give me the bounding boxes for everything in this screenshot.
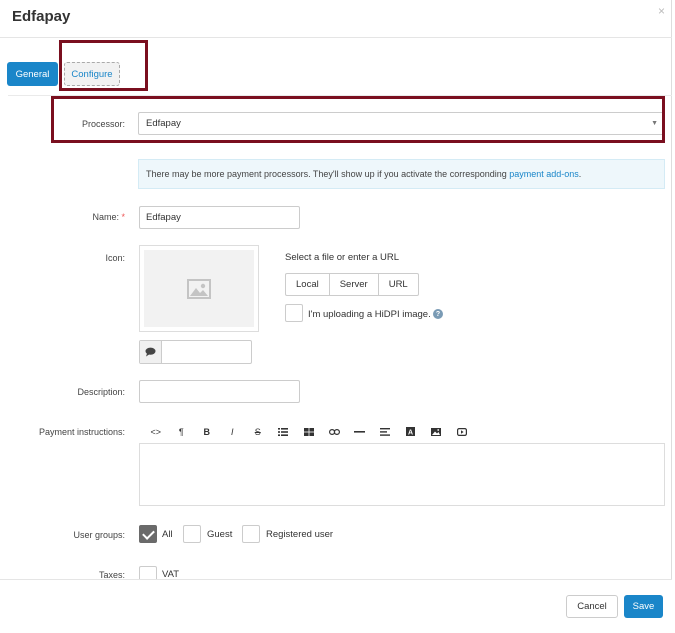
text-color-icon[interactable]: A [398, 422, 424, 442]
italic-icon[interactable]: I [220, 422, 246, 442]
highlight-box-processor [51, 96, 665, 143]
checkbox-guest[interactable] [183, 525, 201, 543]
server-button[interactable]: Server [328, 273, 379, 296]
checkbox-registered-user[interactable] [242, 525, 260, 543]
comment-icon [140, 341, 162, 363]
image-placeholder-icon [187, 278, 211, 299]
checkbox-all[interactable] [139, 525, 157, 543]
align-icon[interactable] [373, 422, 399, 442]
select-file-text: Select a file or enter a URL [285, 252, 400, 263]
description-label: Description: [77, 387, 125, 397]
payment-instructions-editor[interactable] [139, 444, 665, 506]
highlight-box-configure-tab [59, 40, 148, 91]
info-box: There may be more payment processors. Th… [138, 159, 665, 189]
required-mark: * [121, 212, 125, 222]
info-text: There may be more payment processors. Th… [146, 169, 507, 179]
icon-preview-inner [144, 250, 254, 327]
user-groups-label: User groups: [73, 530, 125, 540]
unordered-list-icon[interactable] [271, 422, 297, 442]
cancel-button[interactable]: Cancel [566, 595, 618, 618]
header-divider [0, 37, 672, 38]
file-source-buttons: Local Server URL [285, 273, 419, 296]
horizontal-rule-icon[interactable] [347, 422, 373, 442]
svg-text:A: A [408, 430, 413, 437]
table-icon[interactable] [296, 422, 322, 442]
checkbox-guest-label: Guest [207, 529, 233, 540]
icon-alt-input[interactable] [162, 341, 251, 363]
icon-label: Icon: [105, 253, 125, 263]
image-icon[interactable] [424, 422, 450, 442]
code-icon[interactable]: <> [143, 422, 169, 442]
editor-toolbar: <> ¶ B I S A [139, 420, 665, 444]
icon-preview[interactable] [139, 245, 259, 332]
close-icon[interactable]: × [658, 4, 665, 18]
payment-method-dialog: Edfapay × General Configure Processor: E… [0, 0, 672, 633]
info-suffix: . [578, 169, 582, 179]
link-icon[interactable] [322, 422, 348, 442]
dialog-title: Edfapay [12, 8, 71, 25]
hidpi-checkbox[interactable] [285, 304, 303, 322]
help-icon[interactable]: ? [433, 309, 443, 319]
payment-addons-link[interactable]: payment add-ons [509, 169, 579, 179]
payment-instructions-label: Payment instructions: [38, 427, 125, 437]
description-input[interactable] [139, 380, 300, 403]
video-icon[interactable] [449, 422, 475, 442]
paragraph-icon[interactable]: ¶ [169, 422, 195, 442]
strikethrough-icon[interactable]: S [245, 422, 271, 442]
name-label: Name: * [40, 212, 125, 222]
url-button[interactable]: URL [377, 273, 419, 296]
tab-general[interactable]: General [7, 62, 58, 86]
name-input[interactable]: Edfapay [139, 206, 300, 229]
icon-alt-field[interactable] [139, 340, 252, 364]
local-button[interactable]: Local [285, 273, 330, 296]
checkbox-registered-user-label: Registered user [266, 529, 334, 540]
save-button[interactable]: Save [624, 595, 663, 618]
hidpi-label: I'm uploading a HiDPI image. [308, 309, 431, 320]
checkbox-all-label: All [162, 529, 173, 540]
speech-bubble-glyph [145, 347, 156, 357]
bold-icon[interactable]: B [194, 422, 220, 442]
name-label-text: Name: [92, 212, 119, 222]
